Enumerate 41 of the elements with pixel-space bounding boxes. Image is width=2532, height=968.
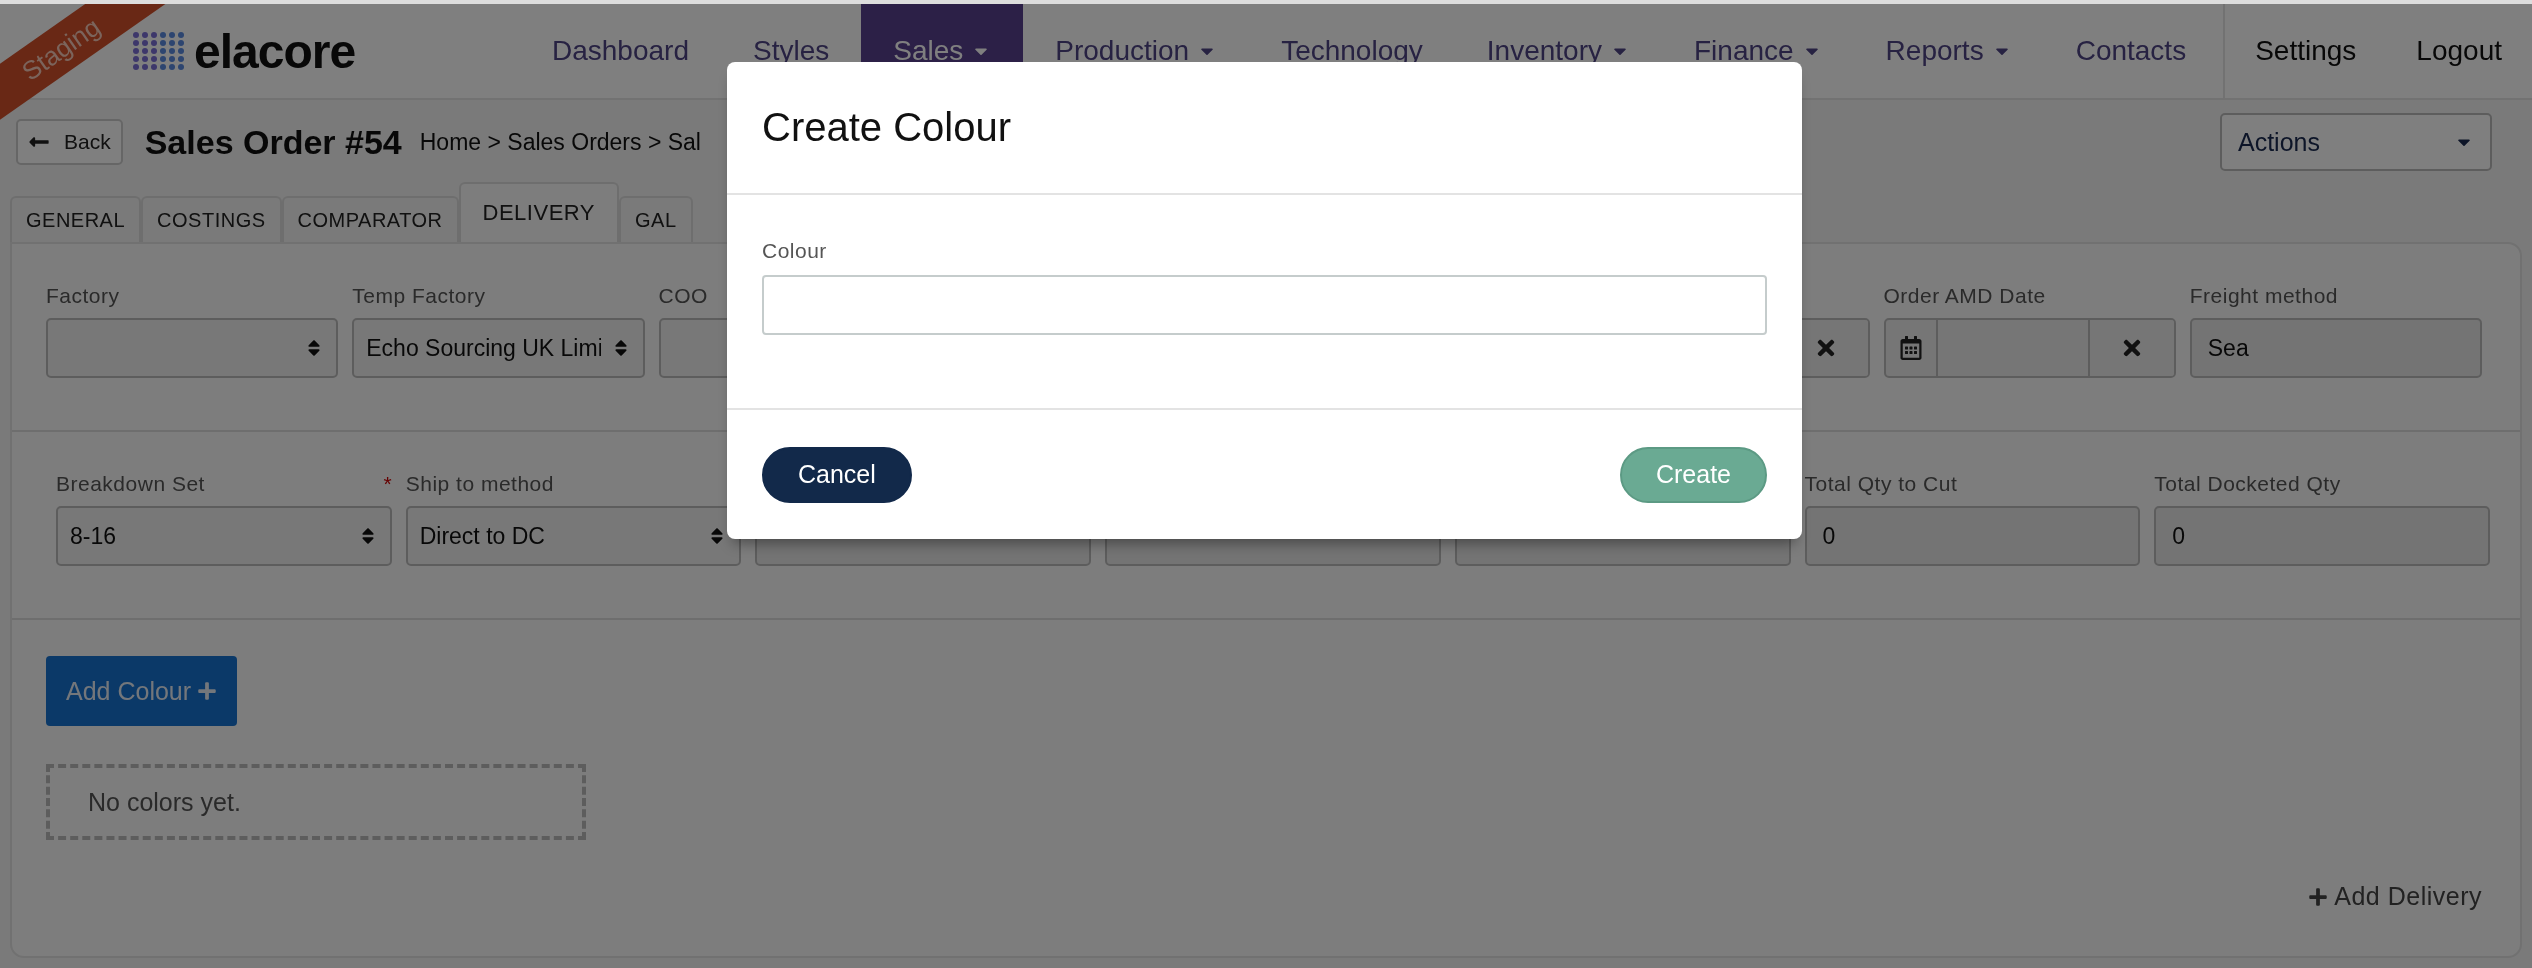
page-title: Sales Order #54 [144,122,402,162]
add-colour-button[interactable]: Add Colour [46,656,238,726]
field-label: Breakdown Set [56,472,205,497]
select-field[interactable]: Echo Sourcing UK Limi [352,318,645,378]
modal-title: Create Colour [762,105,1011,150]
required-mark: * [383,472,392,497]
nav-item[interactable]: Finance [1662,4,1854,98]
field-label: Total Qty to Cut [1804,472,1958,497]
field-label: Total Docketed Qty [2154,472,2341,497]
nav-item[interactable]: Logout [2386,4,2532,98]
field-label: Order AMD Date [1883,284,2046,309]
nav-item[interactable]: Reports [1853,4,2044,98]
cancel-button[interactable]: Cancel [762,446,912,503]
tab[interactable]: COMPARATOR [281,196,459,242]
actions-dropdown[interactable]: Actions [2220,113,2492,171]
tab[interactable]: GENERAL [10,196,142,242]
field-label: COO [658,284,708,309]
nav-item[interactable]: Settings [2225,4,2387,98]
nav-item[interactable]: Production [1023,4,1250,98]
back-button[interactable]: Back [16,119,123,165]
tab[interactable]: GAL [619,196,693,242]
tab[interactable]: COSTINGS [141,196,282,242]
input-field[interactable]: Sea [2189,318,2482,378]
input-field[interactable]: 0 [1804,506,2141,566]
field-label: Factory [46,284,120,309]
input-field[interactable]: 0 [2154,506,2490,566]
add-delivery-link[interactable]: Add Delivery [2308,882,2482,911]
field-label: Freight method [2189,284,2338,309]
select-field[interactable]: Direct to DC [405,506,742,566]
nav-item[interactable]: Contacts [2043,4,2219,98]
select-field[interactable]: 8-16 [56,506,392,566]
field-label: Ship to method [405,472,554,497]
logo-text[interactable]: elacore [194,23,356,79]
empty-state: No colors yet. [46,764,586,840]
field-label: Colour [762,239,828,263]
create-button[interactable]: Create [1619,446,1767,503]
field-label: Temp Factory [352,284,486,309]
tab[interactable]: DELIVERY [458,182,619,242]
breadcrumb: Home > Sales Orders > Sal [419,128,701,156]
nav-item[interactable]: Dashboard [520,4,721,98]
nav-item[interactable]: Inventory [1454,4,1662,98]
